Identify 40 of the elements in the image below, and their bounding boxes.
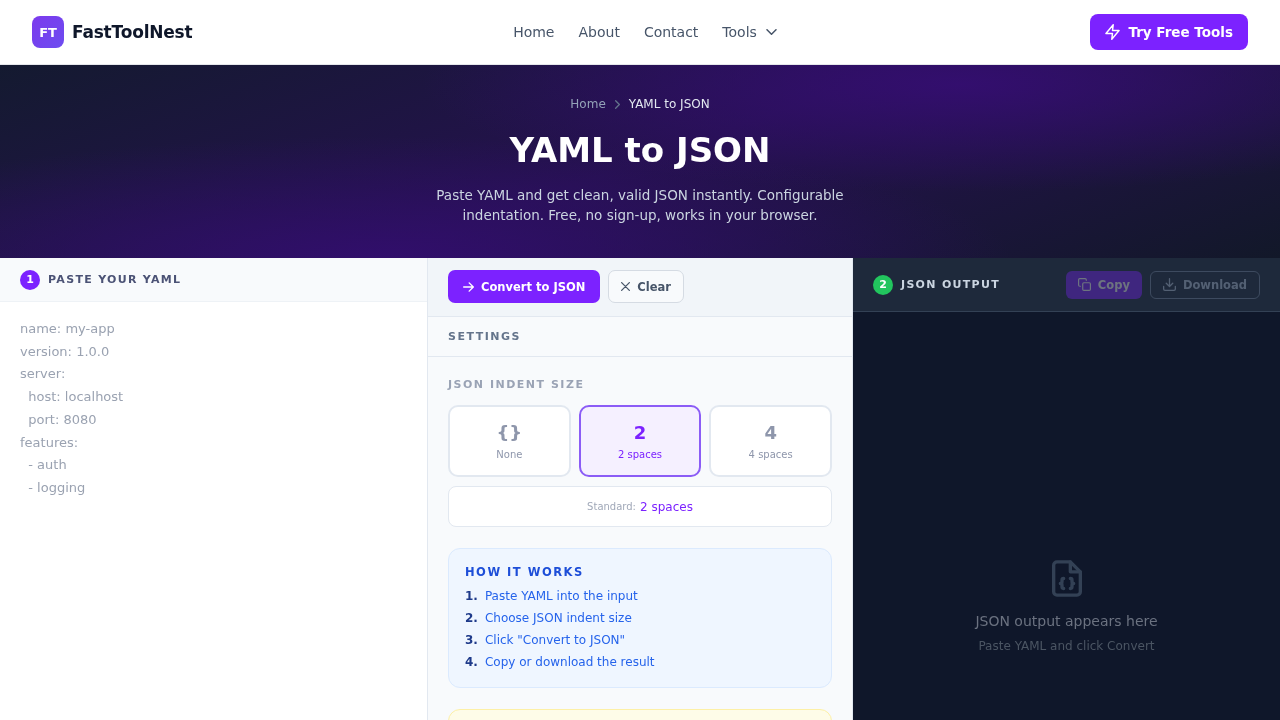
lightning-icon bbox=[1105, 24, 1121, 40]
convert-button[interactable]: Convert to JSON bbox=[448, 270, 601, 303]
step-number: 3. bbox=[465, 632, 478, 649]
logo-mark[interactable]: FT bbox=[32, 16, 64, 48]
panel-title: PASTE YOUR YAML bbox=[48, 273, 182, 286]
brand-name[interactable]: FastToolNest bbox=[72, 22, 193, 42]
close-icon bbox=[621, 282, 631, 291]
page-title: YAML to JSON bbox=[508, 130, 772, 171]
nav-link[interactable]: Tools bbox=[722, 24, 777, 40]
step-text: Click "Convert to JSON" bbox=[484, 632, 626, 649]
nav-link[interactable]: About bbox=[578, 24, 620, 40]
empty-state-hint: Paste YAML and click Convert bbox=[978, 639, 1155, 654]
nav-link[interactable]: Contact bbox=[643, 24, 699, 40]
step-number: 1. bbox=[465, 588, 478, 605]
breadcrumb-link[interactable]: YAML to JSON bbox=[628, 97, 710, 111]
indent-size-label: JSON INDENT SIZE bbox=[448, 378, 585, 391]
copy-icon bbox=[1077, 278, 1091, 291]
panel-title: JSON OUTPUT bbox=[901, 278, 1000, 291]
indent-option[interactable]: 2 2 spaces bbox=[578, 405, 702, 477]
download-icon bbox=[1162, 278, 1176, 291]
standard-label: Standard: bbox=[587, 501, 636, 512]
step-number: 4. bbox=[465, 654, 478, 671]
standard-value: 2 spaces bbox=[640, 499, 693, 514]
arrow-right-icon bbox=[463, 281, 474, 292]
chevron-right-icon bbox=[614, 99, 620, 109]
chevron-down-icon bbox=[765, 29, 777, 35]
step-text: Copy or download the result bbox=[484, 654, 655, 671]
clear-button[interactable]: Clear bbox=[608, 270, 684, 303]
step-text: Paste YAML into the input bbox=[484, 588, 638, 605]
step-text: Choose JSON indent size bbox=[484, 610, 632, 627]
nav-link[interactable]: Home bbox=[513, 24, 555, 40]
step-number: 2. bbox=[465, 610, 478, 627]
step-badge: 2 bbox=[873, 274, 893, 295]
breadcrumb-link[interactable]: Home bbox=[570, 97, 606, 111]
step-badge: 1 bbox=[20, 269, 40, 290]
empty-state-title: JSON output appears here bbox=[975, 613, 1158, 630]
file-code-icon bbox=[1051, 560, 1082, 597]
cta-button[interactable]: Try Free Tools bbox=[1090, 14, 1248, 50]
how-it-works-title: HOW IT WORKS bbox=[465, 565, 584, 579]
page-subtitle: Paste YAML and get clean, valid JSON instantly. Configurable indentation. Free, no sign-up, works in your browser. bbox=[435, 186, 845, 225]
